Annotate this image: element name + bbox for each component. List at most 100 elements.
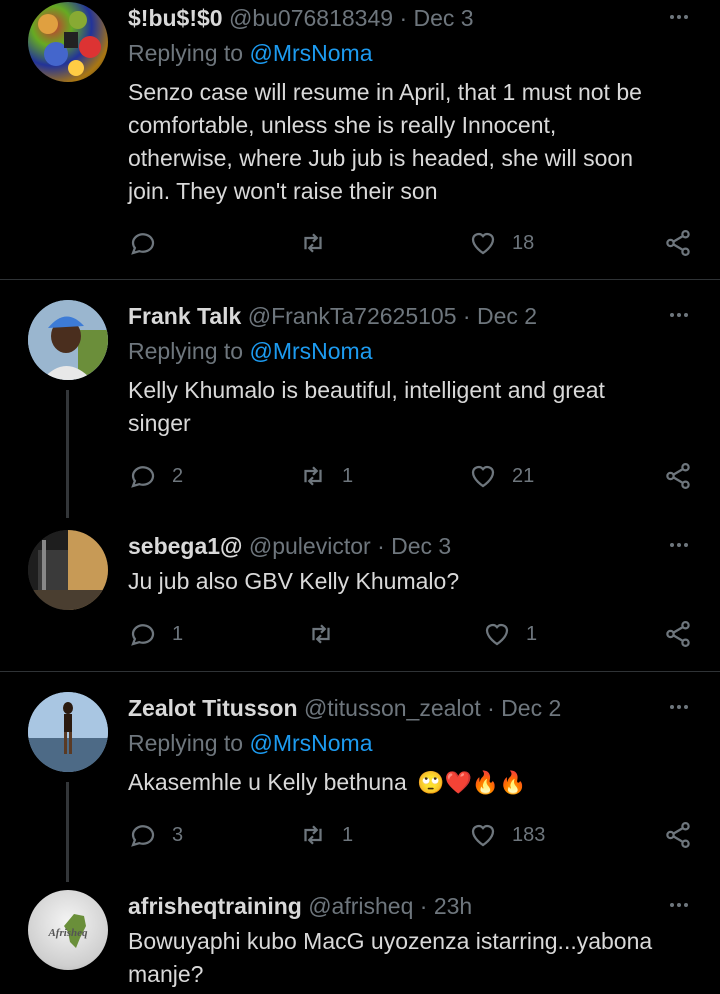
like-button[interactable]: 21 xyxy=(468,459,534,493)
tweet-date[interactable]: Dec 3 xyxy=(414,5,474,31)
mention-link[interactable]: @MrsNoma xyxy=(249,338,372,364)
user-handle[interactable]: @titusson_zealot xyxy=(304,695,481,721)
replying-to-label: Replying to xyxy=(128,40,244,66)
reply-button[interactable] xyxy=(128,226,172,260)
user-handle[interactable]: @bu076818349 xyxy=(229,5,393,31)
retweet-button[interactable]: 1 xyxy=(298,818,353,852)
tweet-text: Akasemhle u Kelly bethuna 🙄❤️🔥🔥 xyxy=(128,766,688,799)
tweet-text-line: singer xyxy=(128,410,191,436)
reply-count: 3 xyxy=(172,823,184,846)
tweet-text-line: Bowuyaphi kubo MacG uyozenza istarring..… xyxy=(128,928,653,954)
tweet-header: Frank Talk @FrankTa72625105 · Dec 2 xyxy=(128,300,537,332)
avatar-photo-image xyxy=(28,692,108,772)
user-handle[interactable]: @FrankTa72625105 xyxy=(248,303,457,329)
retweet-button[interactable] xyxy=(298,226,342,260)
tweet-date[interactable]: Dec 2 xyxy=(477,303,537,329)
share-button[interactable] xyxy=(663,617,693,651)
reply-button[interactable]: 2 xyxy=(128,459,183,493)
tweet-text-line: Akasemhle u Kelly bethuna 🙄❤️🔥🔥 xyxy=(128,766,688,799)
divider xyxy=(0,671,720,672)
avatar-photo-image xyxy=(28,530,108,610)
reply-icon xyxy=(131,624,155,646)
tweet-2[interactable]: sebega1@ @pulevictor · Dec 3 Ju jub also… xyxy=(0,528,720,670)
mention-link[interactable]: @MrsNoma xyxy=(249,730,372,756)
more-icon[interactable] xyxy=(666,302,692,328)
like-count: 1 xyxy=(526,622,538,645)
retweet-icon xyxy=(304,825,322,845)
retweet-button[interactable]: 1 xyxy=(298,459,353,493)
avatar[interactable] xyxy=(28,530,108,610)
user-handle[interactable]: @afrisheq xyxy=(308,893,413,919)
tweet-date[interactable]: 23h xyxy=(434,893,472,919)
avatar[interactable] xyxy=(28,692,108,772)
tweet-text: Kelly Khumalo is beautiful, intelligent … xyxy=(128,374,688,440)
avatar[interactable] xyxy=(28,2,108,82)
thread-line xyxy=(66,390,69,518)
retweet-icon xyxy=(304,466,322,486)
like-button[interactable]: 1 xyxy=(482,617,537,651)
action-bar: 18 xyxy=(128,226,698,260)
action-bar: 3 1 183 xyxy=(128,818,698,852)
tweet-text: Senzo case will resume in April, that 1 … xyxy=(128,76,688,208)
tweet-text-line: manje? xyxy=(128,961,204,987)
like-button[interactable]: 18 xyxy=(468,226,534,260)
tweet-text-content: Akasemhle u Kelly bethuna xyxy=(128,769,407,795)
like-button[interactable]: 183 xyxy=(468,818,545,852)
user-handle[interactable]: @pulevictor xyxy=(249,533,371,559)
tweet-text-line: Ju jub also GBV Kelly Khumalo? xyxy=(128,568,460,594)
tweet-1[interactable]: Frank Talk @FrankTa72625105 · Dec 2 Repl… xyxy=(0,298,720,518)
like-count: 21 xyxy=(512,464,535,487)
tweet-0[interactable]: $!bu$!$0 @bu076818349 · Dec 3 Replying t… xyxy=(0,0,720,278)
reply-button[interactable]: 1 xyxy=(128,617,183,651)
retweet-icon xyxy=(304,233,322,253)
replying-to: Replying to @MrsNoma xyxy=(128,338,373,365)
tweet-text-line: Kelly Khumalo is beautiful, intelligent … xyxy=(128,377,605,403)
emoji-group: 🙄❤️🔥🔥 xyxy=(417,770,527,795)
tweet-date[interactable]: Dec 2 xyxy=(501,695,561,721)
more-icon[interactable] xyxy=(666,4,692,30)
tweet-header: sebega1@ @pulevictor · Dec 3 xyxy=(128,530,451,562)
mention-link[interactable]: @MrsNoma xyxy=(249,40,372,66)
more-icon[interactable] xyxy=(666,532,692,558)
display-name[interactable]: Frank Talk xyxy=(128,303,241,329)
reply-button[interactable]: 3 xyxy=(128,818,183,852)
display-name[interactable]: $!bu$!$0 xyxy=(128,5,223,31)
display-name[interactable]: sebega1@ xyxy=(128,533,242,559)
tweet-text: Ju jub also GBV Kelly Khumalo? xyxy=(128,565,688,598)
separator-dot: · xyxy=(419,893,428,919)
afrisheq-logo: Afrisheq xyxy=(47,914,88,948)
share-icon xyxy=(666,463,690,489)
share-icon xyxy=(666,822,690,848)
avatar[interactable] xyxy=(28,300,108,380)
tweet-text-line: join. They won't raise their son xyxy=(128,178,438,204)
share-button[interactable] xyxy=(663,459,693,493)
share-icon xyxy=(666,230,690,256)
reply-icon xyxy=(131,825,155,847)
replying-to: Replying to @MrsNoma xyxy=(128,40,373,67)
reply-icon xyxy=(131,466,155,488)
retweet-count: 1 xyxy=(342,464,354,487)
heart-icon xyxy=(471,465,495,488)
tweet-text-line: comfortable, unless she is really Innoce… xyxy=(128,112,557,138)
share-button[interactable] xyxy=(663,818,693,852)
more-icon[interactable] xyxy=(666,694,692,720)
display-name[interactable]: Zealot Titusson xyxy=(128,695,298,721)
tweet-3[interactable]: Zealot Titusson @titusson_zealot · Dec 2… xyxy=(0,690,720,882)
reply-icon xyxy=(131,233,155,255)
tweet-4[interactable]: Afrisheq afrisheqtraining @afrisheq · 23… xyxy=(0,888,720,994)
like-count: 183 xyxy=(512,823,546,846)
display-name[interactable]: afrisheqtraining xyxy=(128,893,302,919)
separator-dot: · xyxy=(487,695,495,721)
more-icon[interactable] xyxy=(666,892,692,918)
tweet-date[interactable]: Dec 3 xyxy=(391,533,451,559)
divider xyxy=(0,279,720,280)
like-count: 18 xyxy=(512,231,535,254)
heart-icon xyxy=(471,232,495,255)
separator-dot: · xyxy=(399,5,408,31)
avatar[interactable]: Afrisheq xyxy=(28,890,108,970)
heart-icon xyxy=(485,623,509,646)
tweet-text-line: otherwise, where Jub jub is headed, she … xyxy=(128,145,634,171)
share-icon xyxy=(666,621,690,647)
retweet-button[interactable] xyxy=(306,617,350,651)
share-button[interactable] xyxy=(663,226,693,260)
